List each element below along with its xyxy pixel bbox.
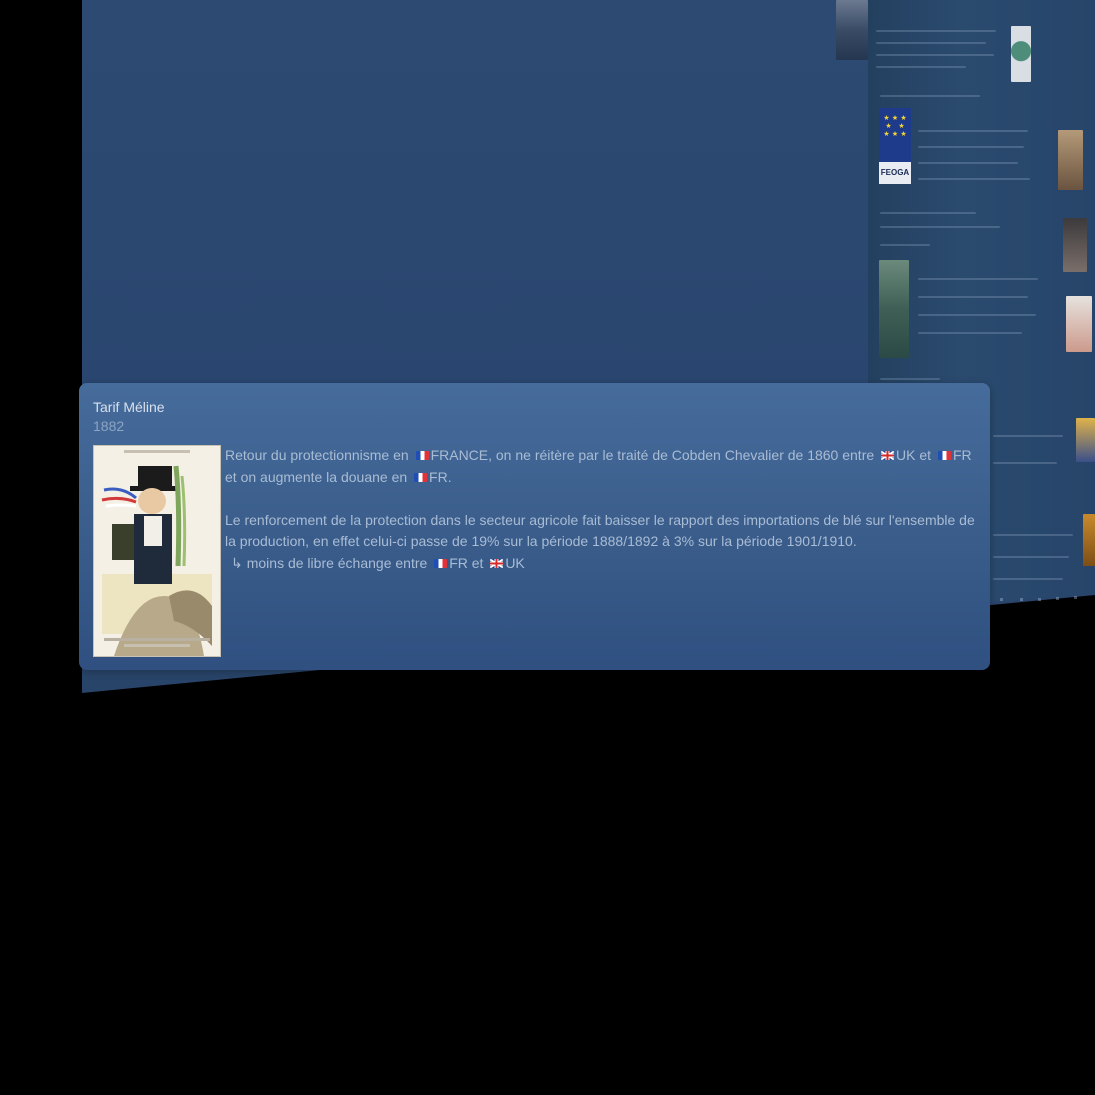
text-segment: Retour du protectionnisme en <box>225 447 413 463</box>
text-line <box>918 332 1022 334</box>
tick-mark <box>1074 596 1077 599</box>
text-line <box>876 54 994 56</box>
text-segment: UK et <box>896 447 935 463</box>
eu-stars-icon: ★ ★ ★ ★ ★ ★ ★ ★ <box>883 114 907 138</box>
uk-flag-icon <box>881 451 895 460</box>
text-line <box>993 435 1063 437</box>
text-segment: FR et <box>449 554 488 571</box>
text-line <box>918 314 1036 316</box>
text-line <box>918 178 1030 180</box>
france-flag-icon <box>937 451 951 460</box>
text-line <box>918 146 1024 148</box>
paragraph-protectionism: Retour du protectionnisme en FRANCE, on … <box>225 445 975 488</box>
paragraph-consequence: ↳ moins de libre échange entre FR et UK <box>225 553 975 576</box>
text-line <box>880 244 930 246</box>
tick-mark <box>1056 597 1059 600</box>
photo-thumbnail[interactable] <box>1063 218 1087 272</box>
text-line <box>918 296 1028 298</box>
photo-thumbnail[interactable] <box>1083 514 1095 566</box>
statue-thumbnail[interactable] <box>879 260 909 358</box>
text-line <box>993 534 1073 536</box>
portrait-thumbnail[interactable] <box>836 0 868 60</box>
seal-thumbnail[interactable] <box>1011 26 1031 82</box>
timeline-view: ★ ★ ★ ★ ★ ★ ★ ★ FEOGA Tarif Méline 1882 … <box>0 0 1095 1095</box>
france-flag-icon <box>434 558 448 568</box>
caricature-illustration-icon[interactable] <box>93 445 221 657</box>
event-card[interactable]: Tarif Méline 1882 Retour du protectionni… <box>79 383 990 670</box>
eu-flag-thumbnail[interactable]: ★ ★ ★ ★ ★ ★ ★ ★ FEOGA <box>879 108 911 184</box>
paragraph-agriculture: Le renforcement de la protection dans le… <box>225 511 975 550</box>
map-thumbnail[interactable] <box>1066 296 1092 352</box>
text-line <box>880 95 980 97</box>
france-flag-icon <box>414 472 428 482</box>
text-segment: FR. <box>429 468 452 485</box>
text-line <box>880 378 940 380</box>
text-line <box>876 66 966 68</box>
photo-thumbnail[interactable] <box>1058 130 1083 190</box>
return-arrow-icon: ↳ <box>231 555 243 572</box>
logo-thumbnail[interactable] <box>1076 418 1095 462</box>
text-segment: moins de libre échange entre <box>246 554 432 571</box>
text-line <box>993 556 1069 558</box>
text-line <box>880 212 976 214</box>
event-description: Retour du protectionnisme en FRANCE, on … <box>225 445 975 575</box>
text-line <box>993 462 1057 464</box>
tick-mark <box>1020 598 1023 601</box>
text-line <box>880 226 1000 228</box>
text-segment: FRANCE, on ne réitère par le traité de C… <box>430 447 879 463</box>
text-line <box>918 162 1018 164</box>
text-line <box>918 278 1038 280</box>
text-segment: UK <box>505 554 525 571</box>
france-flag-icon <box>415 451 429 460</box>
text-line <box>918 130 1028 132</box>
text-line <box>876 30 996 32</box>
caricature-svg <box>94 446 220 656</box>
tick-mark <box>1000 598 1003 601</box>
text-line <box>993 578 1063 580</box>
event-title: Tarif Méline <box>93 399 165 415</box>
text-line <box>876 42 986 44</box>
event-date: 1882 <box>93 418 125 434</box>
eu-label: FEOGA <box>879 162 911 184</box>
tick-mark <box>1038 598 1041 601</box>
uk-flag-icon <box>490 558 504 568</box>
